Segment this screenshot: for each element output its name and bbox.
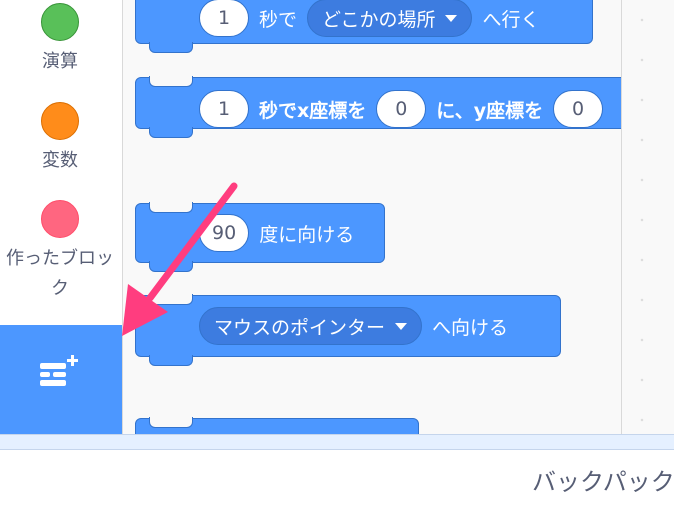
category-label: 作ったブロック: [6, 248, 114, 299]
glide-to-xy-block[interactable]: 1 秒でx座標を 0 に、y座標を 0: [135, 76, 635, 138]
point-towards-block[interactable]: マウスのポインター へ向ける: [135, 294, 561, 366]
glide-to-random-block[interactable]: 1 秒で どこかの場所 へ行く: [135, 0, 593, 53]
block-text: へ向ける: [432, 316, 509, 339]
category-sidebar: 演算 変数 作ったブロック: [0, 0, 123, 434]
dropdown-value: マウスのポインター: [214, 316, 386, 339]
backpack-header[interactable]: バックパック: [532, 462, 674, 497]
block-palette: 1 秒で どこかの場所 へ行く 1 秒でx座標を 0 に、y座標を 0 90 度…: [123, 0, 674, 434]
partial-motion-block[interactable]: [135, 417, 419, 434]
category-my-blocks[interactable]: 作ったブロック: [0, 200, 120, 304]
divider: [0, 434, 674, 450]
variables-dot-icon: [41, 102, 79, 140]
glide-target-dropdown[interactable]: どこかの場所: [307, 0, 473, 37]
chevron-down-icon: [395, 322, 408, 330]
operators-dot-icon: [41, 3, 79, 41]
direction-input[interactable]: 90: [199, 214, 250, 252]
script-area[interactable]: [621, 0, 674, 434]
my-blocks-dot-icon: [41, 200, 79, 238]
point-in-direction-block[interactable]: 90 度に向ける: [135, 202, 385, 272]
chevron-down-icon: [445, 14, 458, 22]
block-text: に、y座標を: [436, 99, 544, 122]
category-operators[interactable]: 演算: [0, 3, 120, 77]
backpack-bar: バックパック: [0, 434, 674, 506]
category-variables[interactable]: 変数: [0, 102, 120, 176]
add-extension-button[interactable]: [0, 325, 122, 434]
add-extension-icon: [40, 355, 78, 386]
block-text: 度に向ける: [259, 223, 355, 246]
glide-secs-input[interactable]: 1: [199, 90, 249, 128]
category-label: 演算: [42, 51, 78, 72]
dropdown-value: どこかの場所: [322, 8, 436, 31]
point-towards-dropdown[interactable]: マウスのポインター: [199, 307, 423, 345]
block-text: へ行く: [482, 8, 540, 31]
glide-secs-input[interactable]: 1: [199, 0, 249, 37]
block-text: 秒で: [259, 8, 298, 31]
y-input[interactable]: 0: [553, 90, 604, 128]
x-input[interactable]: 0: [376, 90, 427, 128]
block-text: 秒でx座標を: [259, 99, 367, 122]
category-label: 変数: [42, 150, 78, 171]
